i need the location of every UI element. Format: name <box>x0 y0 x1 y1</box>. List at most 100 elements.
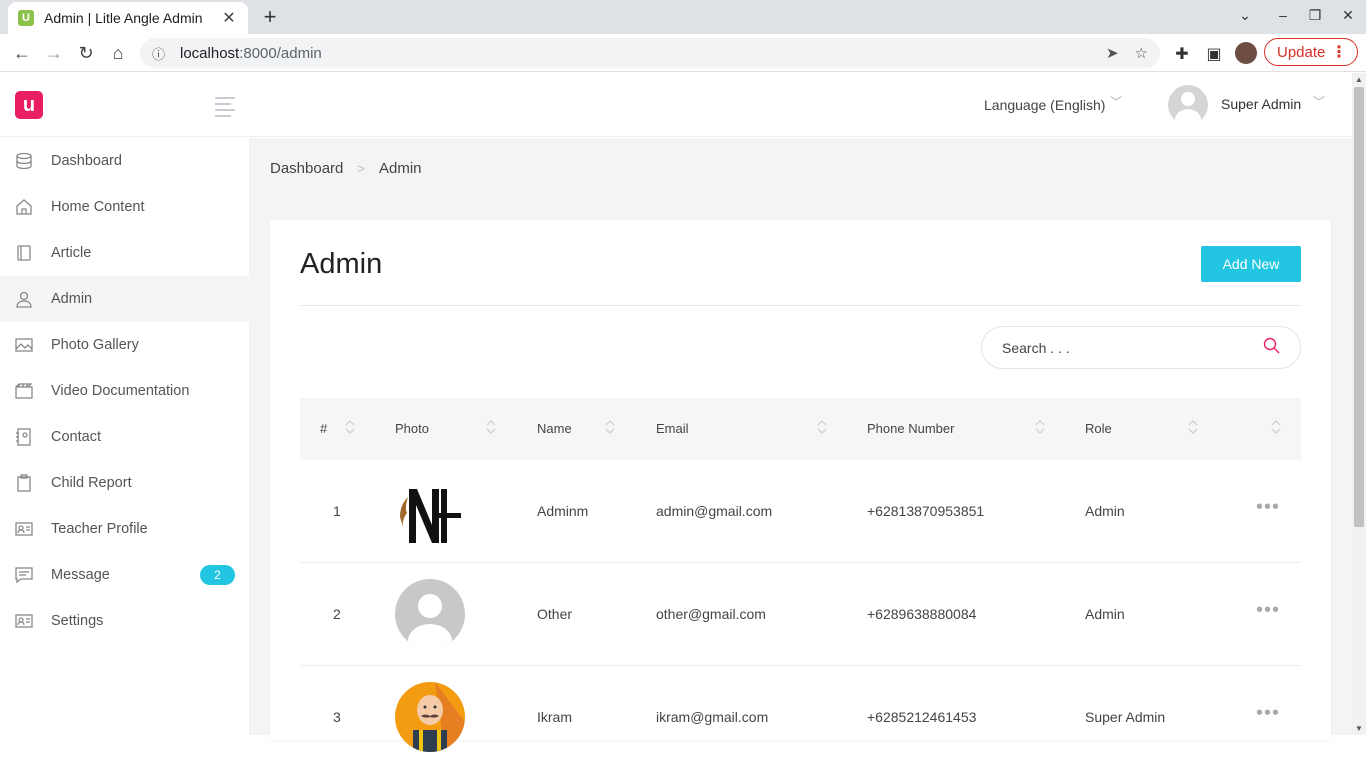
url-path: :8000/admin <box>239 44 322 62</box>
back-icon[interactable]: ← <box>9 40 35 66</box>
sidebar-item-article[interactable]: Article <box>0 230 250 276</box>
update-label: Update <box>1277 43 1326 61</box>
row-number: 1 <box>333 503 341 519</box>
admin-name: Other <box>537 606 573 622</box>
scrollbar-thumb[interactable] <box>1354 87 1364 527</box>
article-icon <box>14 243 34 263</box>
restore-icon[interactable]: ❐ <box>1305 7 1325 24</box>
window-close-icon[interactable]: ✕ <box>1338 7 1358 24</box>
sort-icon[interactable] <box>817 418 827 436</box>
table-row: 2 Other other@gmail.com +6289638880084 A… <box>300 563 1301 666</box>
tab-title: Admin | Litle Angle Admin <box>44 10 203 26</box>
scroll-down-icon[interactable]: ▼ <box>1355 724 1363 733</box>
bookmark-star-icon[interactable]: ☆ <box>1135 44 1148 62</box>
sidebar-item-dashboard[interactable]: Dashboard <box>0 138 250 184</box>
sidebar-item-photo-gallery[interactable]: Photo Gallery <box>0 322 250 368</box>
profile-avatar[interactable] <box>1235 42 1257 64</box>
site-info-icon[interactable]: ⓘ <box>152 44 172 63</box>
extensions-icon[interactable]: ✚ <box>1172 44 1192 64</box>
chevron-down-icon[interactable]: ﹀ <box>1110 93 1122 110</box>
video-icon <box>14 381 34 401</box>
tab-search-icon[interactable]: ⌄ <box>1235 7 1255 24</box>
id-card-icon <box>14 519 34 539</box>
tab-close-icon[interactable]: ✕ <box>220 8 238 28</box>
user-name[interactable]: Super Admin <box>1221 96 1301 112</box>
add-new-button[interactable]: Add New <box>1201 246 1301 282</box>
admin-photo <box>395 682 465 752</box>
reload-icon[interactable]: ↻ <box>73 40 99 66</box>
sidebar-item-teacher-profile[interactable]: Teacher Profile <box>0 506 250 552</box>
admin-email: ikram@gmail.com <box>656 709 769 725</box>
admin-name: Adminm <box>537 503 589 519</box>
search-input[interactable] <box>1002 339 1263 356</box>
chevron-down-icon[interactable]: ﹀ <box>1313 93 1325 110</box>
new-tab-icon[interactable]: + <box>258 5 282 29</box>
home-icon[interactable]: ⌂ <box>105 40 131 66</box>
url-text[interactable]: localhost:8000/admin <box>180 45 1090 62</box>
page-scrollbar[interactable]: ▲ ▼ <box>1352 73 1366 735</box>
column-header-number[interactable]: # <box>320 421 327 436</box>
forward-icon[interactable]: → <box>41 40 67 66</box>
column-header-email[interactable]: Email <box>656 421 689 436</box>
side-panel-icon[interactable]: ▣ <box>1204 44 1224 64</box>
send-icon[interactable]: ➤ <box>1106 44 1119 62</box>
update-button[interactable]: Update ⋮ <box>1264 38 1358 66</box>
column-header-photo[interactable]: Photo <box>395 421 429 436</box>
app-header: u Language (English) ﹀ Super Admin ﹀ <box>0 73 1352 137</box>
sort-icon[interactable] <box>486 418 496 436</box>
more-options-icon[interactable]: ••• <box>1256 702 1280 725</box>
hamburger-menu-icon[interactable] <box>215 97 235 121</box>
sidebar-item-label: Dashboard <box>51 153 122 169</box>
sort-icon[interactable] <box>345 418 355 436</box>
admin-photo <box>395 579 465 649</box>
user-avatar[interactable] <box>1168 85 1208 125</box>
search-box[interactable] <box>981 326 1301 369</box>
language-selector[interactable]: Language (English) <box>984 97 1105 113</box>
user-icon <box>14 289 34 309</box>
table-row: 1 Adminm admin@gmail.com +62813870953851… <box>300 460 1301 563</box>
sidebar-item-label: Video Documentation <box>51 383 190 399</box>
breadcrumb-home[interactable]: Dashboard <box>270 160 343 177</box>
sidebar-item-child-report[interactable]: Child Report <box>0 460 250 506</box>
admin-phone: +6289638880084 <box>867 606 977 622</box>
sidebar-item-settings[interactable]: Settings <box>0 598 250 644</box>
sidebar-item-message[interactable]: Message 2 <box>0 552 250 598</box>
sidebar-item-admin[interactable]: Admin <box>0 276 250 322</box>
sidebar-item-label: Article <box>51 245 92 261</box>
admin-role: Admin <box>1085 503 1125 519</box>
minimize-icon[interactable]: – <box>1273 7 1293 23</box>
column-header-name[interactable]: Name <box>537 421 572 436</box>
settings-card-icon <box>14 611 34 631</box>
sidebar-item-contact[interactable]: Contact <box>0 414 250 460</box>
sort-icon[interactable] <box>1035 418 1045 436</box>
column-header-role[interactable]: Role <box>1085 421 1112 436</box>
sort-icon[interactable] <box>605 418 615 436</box>
row-number: 3 <box>333 709 341 725</box>
brand-logo[interactable]: u <box>15 91 43 119</box>
admin-photo <box>395 477 465 547</box>
search-icon[interactable] <box>1263 337 1280 359</box>
admin-name: Ikram <box>537 709 572 725</box>
address-bar[interactable]: ⓘ localhost:8000/admin ➤ ☆ <box>140 38 1160 68</box>
sidebar-item-label: Contact <box>51 429 101 445</box>
sort-icon[interactable] <box>1271 418 1281 436</box>
admin-role: Admin <box>1085 606 1125 622</box>
more-options-icon[interactable]: ••• <box>1256 599 1280 622</box>
chevron-right-icon: > <box>357 161 365 176</box>
admin-email: admin@gmail.com <box>656 503 773 519</box>
sidebar: Dashboard Home Content Article Admin Pho… <box>0 138 250 735</box>
row-number: 2 <box>333 606 341 622</box>
sidebar-item-video-documentation[interactable]: Video Documentation <box>0 368 250 414</box>
scroll-up-icon[interactable]: ▲ <box>1355 75 1363 84</box>
browser-tab[interactable]: U Admin | Litle Angle Admin ✕ <box>8 2 248 34</box>
sort-icon[interactable] <box>1188 418 1198 436</box>
menu-kebab-icon[interactable]: ⋮ <box>1331 42 1347 62</box>
column-header-phone[interactable]: Phone Number <box>867 421 954 436</box>
divider <box>300 305 1301 306</box>
table-header: # Photo Name Email Phone Number Role <box>300 398 1301 460</box>
more-options-icon[interactable]: ••• <box>1256 496 1280 519</box>
url-host: localhost <box>180 44 240 62</box>
sidebar-item-home-content[interactable]: Home Content <box>0 184 250 230</box>
admin-role: Super Admin <box>1085 709 1166 725</box>
message-count-badge: 2 <box>200 565 235 585</box>
